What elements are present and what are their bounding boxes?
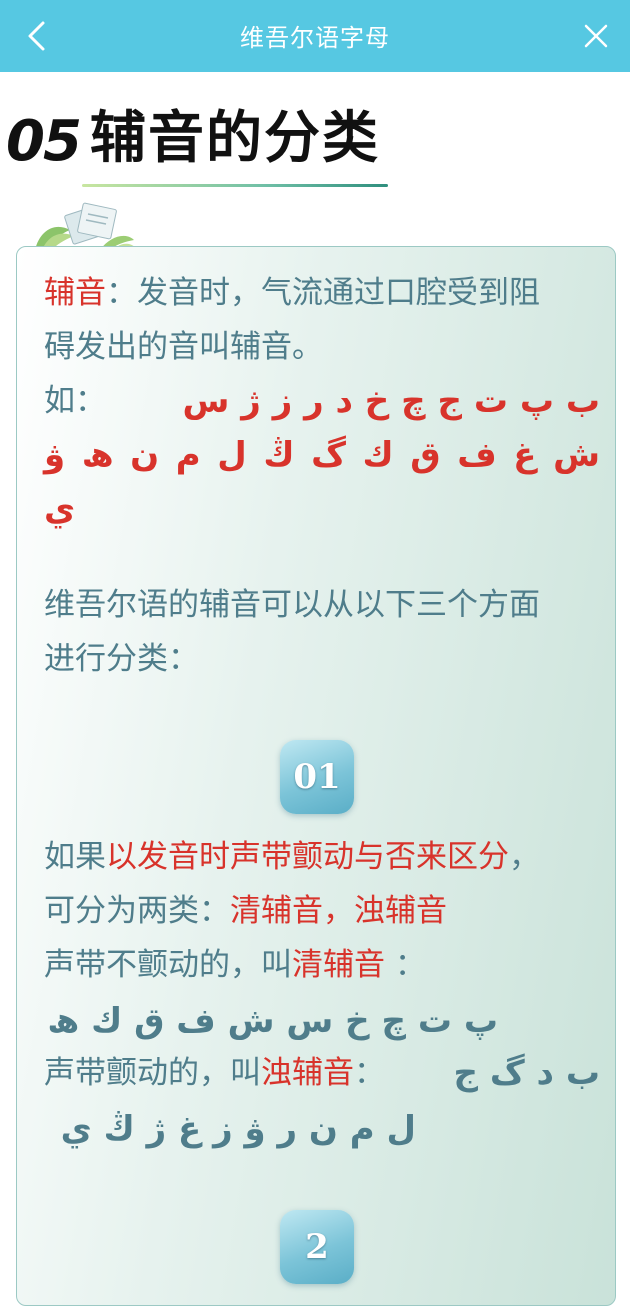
heading-number: 05 <box>6 109 82 174</box>
definition-line-1: 辅音：发音时，气流通过口腔受到阻 <box>44 275 540 311</box>
example-label: 如： <box>44 383 106 419</box>
classify-line-2: 进行分类： <box>44 641 199 677</box>
heading-underline <box>82 184 388 187</box>
section1-line-1: 如果以发音时声带颤动与否来区分， <box>44 839 540 875</box>
close-icon <box>584 24 608 48</box>
section-heading: 05 辅音的分类 <box>6 104 380 174</box>
voiced-consonant-letters-a: ب د گ ج <box>453 1053 600 1093</box>
consonant-letters-line-1: ب پ ت ج چ خ د ر ز ژ س <box>182 381 600 421</box>
voiced-consonant-letters-b: ل م ن ر ۋ ز غ ژ ڭ ي <box>60 1109 416 1149</box>
page-title: 维吾尔语字母 <box>240 24 390 52</box>
section1-line-2: 可分为两类：清辅音，浊辅音 <box>44 893 447 929</box>
top-nav-bar: 维吾尔语字母 <box>0 0 630 72</box>
example-row: 如： ب پ ت ج چ خ د ر ز ژ س <box>44 374 600 428</box>
section1-line-4: 声带颤动的，叫浊辅音： ب د گ ج <box>44 1046 600 1100</box>
classify-line-1: 维吾尔语的辅音可以从以下三个方面 <box>44 587 540 623</box>
definition-line-2: 碍发出的音叫辅音。 <box>44 329 323 365</box>
leaves-papers-decoration-icon <box>35 202 136 250</box>
section-badge-2: 2 <box>280 1210 354 1284</box>
consonant-letters-line-3: ي <box>44 489 76 529</box>
heading-title: 辅音的分类 <box>89 106 380 171</box>
close-button[interactable] <box>578 18 614 54</box>
voiceless-consonant-letters: پ ت چ خ س ش ف ق ك ھ <box>47 1001 498 1041</box>
consonant-letters-line-2: ش غ ف ق ك گ ڭ ل م ن ھ ۋ <box>44 435 600 475</box>
term-consonant: 辅音 <box>44 275 106 311</box>
section-badge-01: 01 <box>280 740 354 814</box>
section1-line-3: 声带不颤动的，叫清辅音 ： <box>44 947 426 983</box>
